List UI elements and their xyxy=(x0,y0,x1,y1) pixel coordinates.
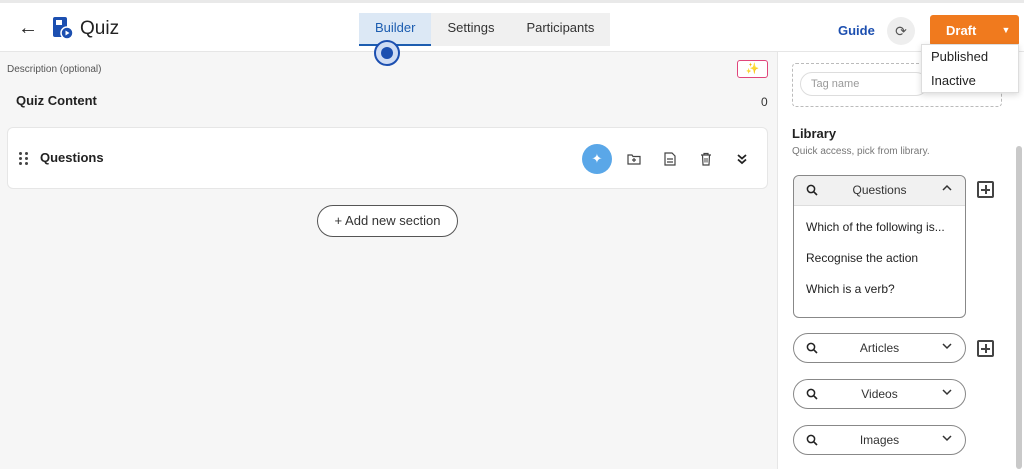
content-count: 0 xyxy=(761,95,768,109)
content-title: Quiz Content xyxy=(16,93,97,108)
chevron-up-icon[interactable] xyxy=(941,182,953,194)
scrollbar[interactable] xyxy=(1016,146,1022,469)
status-label: Draft xyxy=(946,23,977,38)
articles-accordion-label: Articles xyxy=(859,341,900,355)
document-icon[interactable] xyxy=(655,144,685,174)
articles-accordion[interactable]: Articles xyxy=(793,333,966,363)
section-card: Questions ✦ xyxy=(7,127,768,189)
tag-name-input[interactable] xyxy=(800,72,928,96)
add-question-icon[interactable] xyxy=(977,181,994,198)
questions-accordion-label: Questions xyxy=(852,183,907,197)
status-option-published[interactable]: Published xyxy=(922,45,1018,69)
page-title: Quiz xyxy=(80,18,120,39)
trash-icon[interactable] xyxy=(691,144,721,174)
status-dropdown-button[interactable]: Draft ▼ xyxy=(930,15,1019,46)
chevron-down-icon[interactable] xyxy=(941,386,953,398)
section-title: Questions xyxy=(40,150,104,165)
videos-accordion[interactable]: Videos xyxy=(793,379,966,409)
search-icon xyxy=(806,184,818,196)
cursor-indicator xyxy=(374,40,400,66)
images-accordion-label: Images xyxy=(859,433,900,447)
add-section-label: Add new section xyxy=(345,213,441,228)
library-question-item[interactable]: Recognise the action xyxy=(806,251,956,265)
search-icon xyxy=(806,388,818,400)
top-bar: ← Quiz Builder Settings Participants Gui… xyxy=(0,0,1024,52)
chevron-down-icon[interactable] xyxy=(941,340,953,352)
tab-settings[interactable]: Settings xyxy=(431,13,510,46)
search-icon xyxy=(806,434,818,446)
tab-builder[interactable]: Builder xyxy=(359,13,432,46)
quiz-logo-icon xyxy=(53,17,74,40)
guide-link[interactable]: Guide xyxy=(838,23,875,38)
videos-accordion-label: Videos xyxy=(861,387,898,401)
library-question-item[interactable]: Which is a verb? xyxy=(806,282,956,296)
library-question-item[interactable]: Which of the following is... xyxy=(806,220,956,234)
add-article-icon[interactable] xyxy=(977,340,994,357)
caret-down-icon[interactable]: ▼ xyxy=(993,15,1019,46)
search-icon xyxy=(806,342,818,354)
library-subtitle: Quick access, pick from library. xyxy=(792,146,930,157)
refresh-icon[interactable]: ⟳ xyxy=(887,17,915,45)
magic-wand-icon[interactable]: ✦ xyxy=(582,144,612,174)
images-accordion[interactable]: Images xyxy=(793,425,966,455)
plus-icon: + xyxy=(334,213,346,228)
description-label[interactable]: Description (optional) xyxy=(7,64,102,75)
add-folder-icon[interactable] xyxy=(619,144,649,174)
double-chevron-down-icon[interactable] xyxy=(727,144,757,174)
questions-accordion: Questions Which of the following is... R… xyxy=(793,175,966,318)
main-tabs: Builder Settings Participants xyxy=(359,13,611,46)
magic-wand-icon[interactable]: ✨ xyxy=(737,60,768,78)
back-arrow-icon[interactable]: ← xyxy=(18,17,40,39)
drag-handle-icon[interactable] xyxy=(19,152,29,166)
library-title: Library xyxy=(792,126,837,141)
tab-participants[interactable]: Participants xyxy=(510,13,610,46)
chevron-down-icon[interactable] xyxy=(941,432,953,444)
status-menu: Published Inactive xyxy=(921,44,1019,93)
add-section-button[interactable]: + Add new section xyxy=(317,205,458,237)
status-option-inactive[interactable]: Inactive xyxy=(922,69,1018,93)
questions-accordion-header[interactable]: Questions xyxy=(794,176,965,206)
